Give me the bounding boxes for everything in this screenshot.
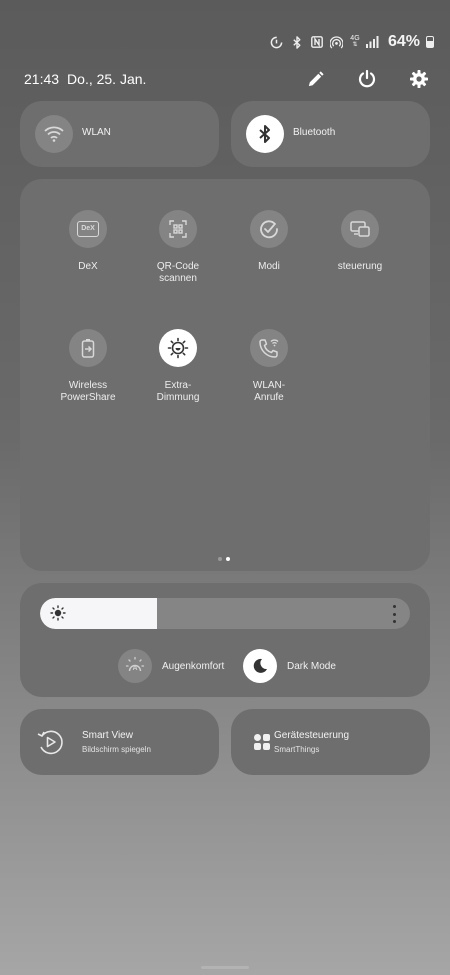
wlan-label: WLAN [82,127,111,138]
smart-view-icon [35,727,65,757]
smart-view-title: Smart View [82,730,133,741]
tile-label: QR-Code scannen [156,261,200,284]
dark-mode-label: Dark Mode [287,660,336,672]
gear-icon[interactable] [408,68,430,90]
bluetooth-icon [290,35,304,49]
device-control-button[interactable]: Gerätesteuerung SmartThings [231,709,430,775]
tile-label: steuerung [337,261,383,272]
eye-comfort-toggle[interactable]: A Augenkomfort [118,649,224,683]
moon-icon [243,649,277,683]
device-control-icon [341,210,379,248]
quick-settings-grid: DeX DeX QR-Code scannen Modi steuerung W… [20,179,430,571]
dex-icon: DeX [69,210,107,248]
tile-wireless-powershare[interactable]: Wireless PowerShare [43,329,133,404]
tile-label: Extra- Dimmung [156,380,200,403]
tile-steuerung[interactable]: steuerung [315,210,405,273]
dark-mode-toggle[interactable]: Dark Mode [243,649,336,683]
eye-comfort-icon: A [118,649,152,683]
modes-icon [250,210,288,248]
tile-qr-code[interactable]: QR-Code scannen [133,210,223,285]
bluetooth-icon [246,115,284,153]
tile-wlan-calls[interactable]: WLAN- Anrufe [224,329,314,404]
dex-badge: DeX [77,221,99,237]
4g-icon: 4G ⇅ [350,35,360,48]
eye-comfort-label: Augenkomfort [162,660,225,672]
wifi-call-icon [250,329,288,367]
battery-icon [426,36,434,48]
hotspot-icon [330,35,344,49]
qr-code-icon [159,210,197,248]
drag-handle[interactable] [201,966,249,969]
smartthings-icon [247,727,277,757]
tile-extra-dimming[interactable]: Extra- Dimmung [133,329,223,404]
svg-text:A: A [132,665,137,672]
data-saver-icon [270,35,284,49]
powershare-icon [69,329,107,367]
wifi-icon [35,115,73,153]
smart-view-subtitle: Bildschirm spiegeln [82,745,151,754]
power-icon[interactable] [356,68,378,90]
extra-dim-icon [159,329,197,367]
bluetooth-toggle[interactable]: Bluetooth [231,101,430,167]
page-dot[interactable] [218,557,222,561]
device-control-subtitle: SmartThings [274,745,320,754]
brightness-panel: A Augenkomfort Dark Mode [20,583,430,697]
signal-icon [366,35,380,49]
wlan-toggle[interactable]: WLAN [20,101,219,167]
tile-dex[interactable]: DeX DeX [43,210,133,273]
smart-view-button[interactable]: Smart View Bildschirm spiegeln [20,709,219,775]
page-dot-active[interactable] [226,557,230,561]
sun-icon [50,605,66,621]
device-control-title: Gerätesteuerung [274,730,350,741]
status-bar: 4G ⇅ 64% [270,33,434,51]
date[interactable]: Do., 25. Jan. [67,71,146,87]
page-indicator [218,557,230,561]
tile-label: DeX [78,261,98,272]
tile-label: Wireless PowerShare [60,380,116,403]
tile-label: WLAN- Anrufe [252,380,286,403]
nfc-icon [310,35,324,49]
clock[interactable]: 21:43 [24,71,59,87]
tile-label: Modi [258,261,280,272]
brightness-slider[interactable] [40,598,410,629]
bluetooth-label: Bluetooth [293,127,336,138]
battery-percentage: 64% [387,33,420,50]
pencil-icon[interactable] [304,68,326,90]
quick-panel-header: 21:43 Do., 25. Jan. [24,66,430,92]
more-options-icon[interactable] [392,605,396,623]
tile-modi[interactable]: Modi [224,210,314,273]
